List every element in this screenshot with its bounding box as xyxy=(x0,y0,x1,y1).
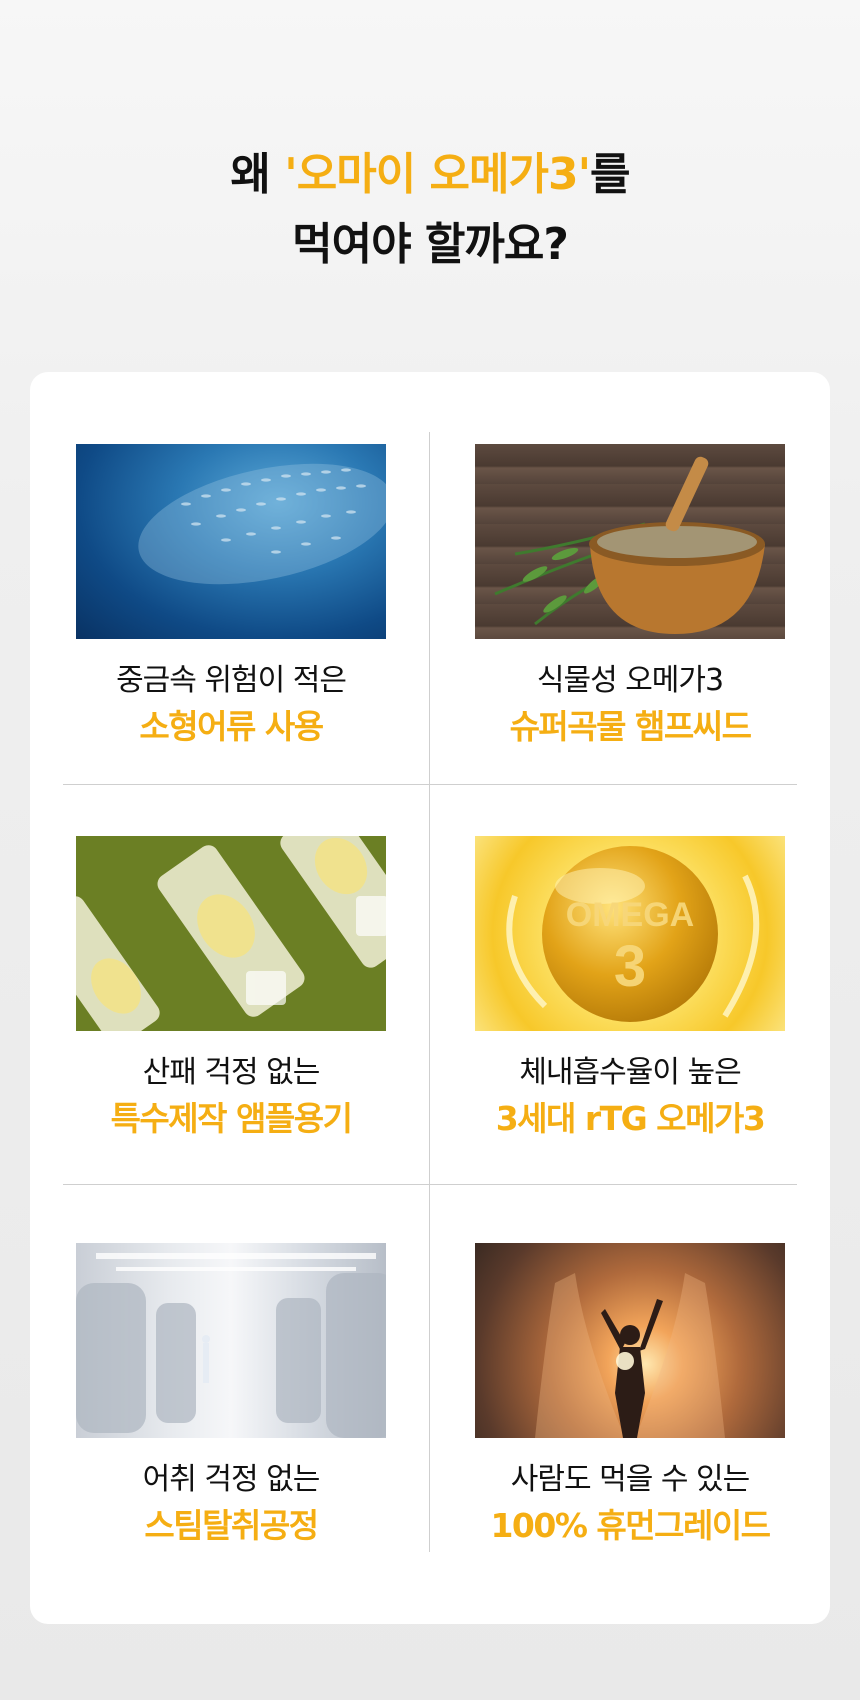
feature-subtitle: 사람도 먹을 수 있는 xyxy=(510,1462,750,1497)
headline-prefix: 왜 xyxy=(230,149,285,200)
feature-subtitle: 산패 걱정 없는 xyxy=(142,1055,321,1090)
headline-suffix: 를 xyxy=(590,149,630,200)
headline-line-1: 왜 '오마이 오메가3'를 xyxy=(0,140,860,210)
omega-photo-number: 3 xyxy=(614,934,646,999)
feature-ampoule: 산패 걱정 없는 특수제작 앰플용기 xyxy=(76,836,386,1141)
fish-school-graphic xyxy=(138,463,386,585)
feature-title: 3세대 rTG 오메가3 xyxy=(495,1099,766,1138)
human-silhouette-graphic xyxy=(535,1273,725,1438)
feature-subtitle: 중금속 위험이 적은 xyxy=(116,663,347,698)
omega3-capsule-photo: OMEGA 3 xyxy=(475,836,785,1031)
grid-divider-horizontal xyxy=(63,1184,797,1185)
grid-divider-vertical xyxy=(429,432,430,1552)
feature-small-fish: 중금속 위험이 적은 소형어류 사용 xyxy=(76,444,386,749)
feature-subtitle: 식물성 오메가3 xyxy=(536,663,724,698)
ampoule-container-photo xyxy=(76,836,386,1031)
factory-graphic xyxy=(76,1253,386,1438)
feature-title: 특수제작 앰플용기 xyxy=(110,1099,353,1138)
headline: 왜 '오마이 오메가3'를 먹여야 할까요? xyxy=(0,140,860,280)
headline-accent: '오마이 오메가3' xyxy=(284,149,591,200)
feature-human-grade: 사람도 먹을 수 있는 100% 휴먼그레이드 xyxy=(475,1243,785,1548)
feature-title: 슈퍼곡물 햄프씨드 xyxy=(509,707,752,746)
human-grade-photo xyxy=(475,1243,785,1438)
hemp-seed-bowl-photo xyxy=(475,444,785,639)
feature-title: 소형어류 사용 xyxy=(139,707,324,746)
feature-hemp-seed: 식물성 오메가3 슈퍼곡물 햄프씨드 xyxy=(475,444,785,749)
grid-divider-horizontal xyxy=(63,784,797,785)
omega-capsule-graphic: OMEGA 3 xyxy=(506,846,760,1022)
factory-process-photo xyxy=(76,1243,386,1438)
feature-rtg-omega3: OMEGA 3 체내흡수율이 높은 3세대 rTG 오메가3 xyxy=(475,836,785,1141)
headline-line-2: 먹여야 할까요? xyxy=(292,219,569,270)
omega-photo-text: OMEGA xyxy=(566,896,694,934)
feature-subtitle: 어취 걱정 없는 xyxy=(142,1462,321,1497)
ampoule-graphic xyxy=(76,836,386,1031)
feature-subtitle: 체내흡수율이 높은 xyxy=(519,1055,741,1090)
feature-steam-deodorizing: 어취 걱정 없는 스팀탈취공정 xyxy=(76,1243,386,1548)
feature-title: 스팀탈취공정 xyxy=(144,1506,319,1545)
hemp-bowl-graphic xyxy=(494,456,765,634)
feature-card: 중금속 위험이 적은 소형어류 사용 식물성 오메가3 슈퍼곡물 햄프씨드 산패… xyxy=(30,372,830,1624)
school-of-fish-photo xyxy=(76,444,386,639)
feature-title: 100% 휴먼그레이드 xyxy=(490,1506,771,1545)
